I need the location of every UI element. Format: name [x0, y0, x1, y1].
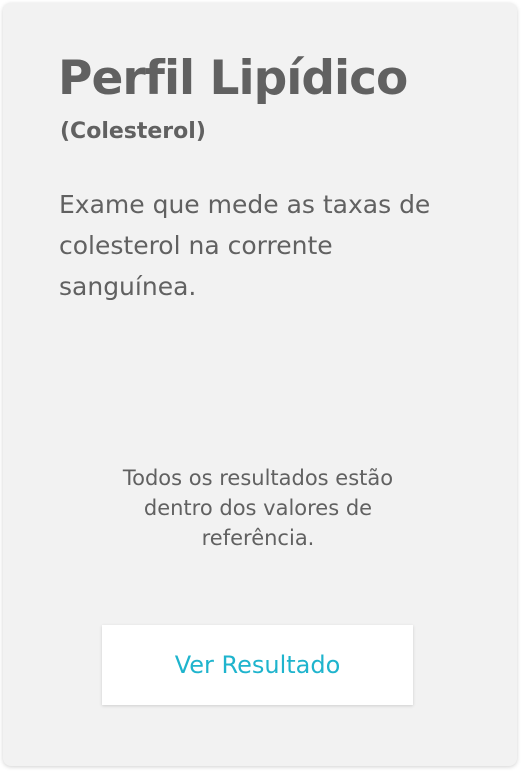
- view-result-button[interactable]: Ver Resultado: [102, 625, 413, 705]
- exam-card: Perfil Lipídico (Colesterol) Exame que m…: [3, 3, 517, 766]
- exam-subtitle: (Colesterol): [60, 119, 206, 144]
- exam-title: Perfil Lipídico: [58, 51, 408, 106]
- result-status-text: Todos os resultados estão dentro dos val…: [122, 466, 394, 550]
- exam-description: Exame que mede as taxas de colesterol na…: [59, 190, 431, 301]
